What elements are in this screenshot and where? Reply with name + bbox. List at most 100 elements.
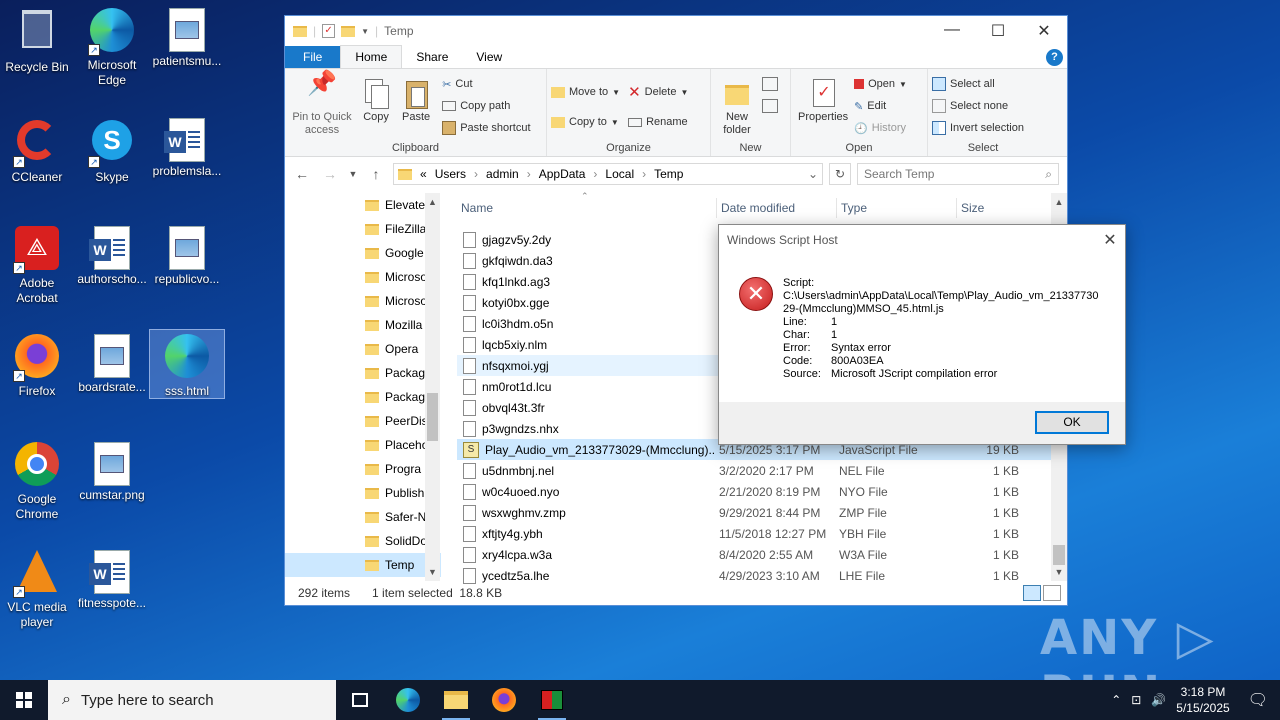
pin-quick-access-button[interactable]: 📌 Pin to Quick access bbox=[289, 72, 355, 139]
task-view-button[interactable] bbox=[336, 680, 384, 720]
large-icons-view-icon[interactable] bbox=[1043, 585, 1061, 601]
nav-item[interactable]: Placeho bbox=[285, 433, 441, 457]
tab-view[interactable]: View bbox=[462, 46, 516, 68]
tab-share[interactable]: Share bbox=[402, 46, 462, 68]
clock[interactable]: 3:18 PM 5/15/2025 bbox=[1176, 684, 1229, 716]
desktop-icon-fitnesspote[interactable]: W fitnesspote... bbox=[75, 548, 149, 611]
new-folder-button[interactable]: New folder bbox=[715, 73, 759, 139]
breadcrumb-users[interactable]: Users bbox=[435, 167, 466, 181]
paste-shortcut-button[interactable]: Paste shortcut bbox=[442, 117, 531, 139]
invert-selection-button[interactable]: Invert selection bbox=[932, 117, 1034, 139]
rename-button[interactable]: Rename bbox=[628, 107, 688, 137]
show-hidden-icons-icon[interactable]: ⌃ bbox=[1111, 693, 1121, 707]
nav-item[interactable]: Publish bbox=[285, 481, 441, 505]
refresh-button[interactable]: ↻ bbox=[829, 163, 851, 185]
select-all-button[interactable]: Select all bbox=[932, 73, 1034, 95]
taskbar-file-explorer[interactable] bbox=[432, 680, 480, 720]
desktop-icon-problemsla[interactable]: W problemsla... bbox=[150, 116, 224, 179]
details-view-icon[interactable] bbox=[1023, 585, 1041, 601]
desktop-icon-edge[interactable]: ↗ Microsoft Edge bbox=[75, 6, 149, 88]
ok-button[interactable]: OK bbox=[1035, 411, 1109, 434]
title-bar[interactable]: | ✓ ▼ | Temp — ☐ ✕ bbox=[285, 16, 1067, 46]
desktop-icon-cumstar[interactable]: cumstar.png bbox=[75, 440, 149, 503]
up-arrow-icon[interactable]: ↑ bbox=[365, 166, 387, 182]
forward-arrow-icon[interactable]: → bbox=[319, 166, 341, 182]
scroll-down-icon[interactable]: ▼ bbox=[1051, 567, 1067, 577]
desktop-icon-skype[interactable]: S ↗ Skype bbox=[75, 116, 149, 185]
nav-item[interactable]: Safer-N bbox=[285, 505, 441, 529]
file-row[interactable]: u5dnmbnj.nel 3/2/2020 2:17 PM NEL File 1 KB bbox=[457, 460, 1051, 481]
desktop-icon-boardsrate[interactable]: boardsrate... bbox=[75, 332, 149, 395]
maximize-button[interactable]: ☐ bbox=[975, 21, 1021, 41]
breadcrumb-temp[interactable]: Temp bbox=[654, 167, 683, 181]
nav-scroll-thumb[interactable] bbox=[427, 393, 438, 441]
scroll-down-icon[interactable]: ▼ bbox=[425, 567, 440, 577]
file-row[interactable]: wsxwghmv.zmp 9/29/2021 8:44 PM ZMP File 1 K… bbox=[457, 502, 1051, 523]
desktop-icon-firefox[interactable]: ↗ Firefox bbox=[0, 332, 74, 399]
cut-button[interactable]: ✂ Cut bbox=[442, 73, 530, 95]
search-input[interactable]: Search Temp ⌕ bbox=[857, 163, 1059, 185]
script-error-dialog[interactable]: Windows Script Host ✕ ✕ Script: C:\Users… bbox=[718, 224, 1126, 445]
close-button[interactable]: ✕ bbox=[1021, 21, 1067, 41]
taskbar-firefox[interactable] bbox=[480, 680, 528, 720]
navigation-pane[interactable]: Elevate FileZilla Google Microso Microso… bbox=[285, 193, 441, 581]
desktop-icon-authorscho[interactable]: W authorscho... bbox=[75, 224, 149, 287]
file-row[interactable]: xftjty4g.ybh 11/5/2018 12:27 PM YBH File 1 … bbox=[457, 523, 1051, 544]
address-bar[interactable]: « Users › admin › AppData › Local › Temp ⌄ bbox=[393, 163, 823, 185]
copy-to-button[interactable]: Copy to ▼ bbox=[551, 107, 620, 137]
back-arrow-icon[interactable]: ← bbox=[291, 166, 313, 182]
taskbar-edge[interactable] bbox=[384, 680, 432, 720]
nav-item[interactable]: FileZilla bbox=[285, 217, 441, 241]
nav-item[interactable]: Packag bbox=[285, 361, 441, 385]
column-size[interactable]: Size bbox=[957, 198, 1037, 218]
history-button[interactable]: 🕘 History bbox=[854, 117, 907, 139]
dialog-title-bar[interactable]: Windows Script Host ✕ bbox=[719, 225, 1125, 255]
breadcrumb-appdata[interactable]: AppData bbox=[539, 167, 586, 181]
nav-item[interactable]: Google bbox=[285, 241, 441, 265]
desktop-icon-vlc[interactable]: ↗ VLC media player bbox=[0, 548, 74, 630]
column-type[interactable]: Type bbox=[837, 198, 957, 218]
file-row[interactable]: xry4lcpa.w3a 8/4/2020 2:55 AM W3A File 1 KB bbox=[457, 544, 1051, 565]
help-icon[interactable]: ? bbox=[1046, 49, 1063, 66]
nav-item[interactable]: Opera bbox=[285, 337, 441, 361]
nav-item[interactable]: Progra bbox=[285, 457, 441, 481]
desktop-icon-google-chrome[interactable]: Google Chrome bbox=[0, 440, 74, 522]
desktop-icon-recycle-bin[interactable]: Recycle Bin bbox=[0, 6, 74, 75]
volume-icon[interactable]: 🔊 bbox=[1151, 693, 1166, 707]
new-folder-qat-icon[interactable] bbox=[341, 25, 356, 37]
desktop-icon-ccleaner[interactable]: ↗ CCleaner bbox=[0, 116, 74, 185]
paste-button[interactable]: Paste bbox=[397, 73, 435, 126]
taskbar-script-host[interactable] bbox=[528, 680, 576, 720]
desktop-icon-republicvo[interactable]: republicvo... bbox=[150, 224, 224, 287]
nav-item[interactable]: SolidDo bbox=[285, 529, 441, 553]
edit-button[interactable]: ✎ Edit bbox=[854, 95, 907, 117]
new-item-icon[interactable] bbox=[762, 77, 779, 91]
notifications-icon[interactable]: 🗨 bbox=[1248, 690, 1268, 710]
select-none-button[interactable]: Select none bbox=[932, 95, 1034, 117]
minimize-button[interactable]: — bbox=[929, 21, 975, 41]
address-dropdown-icon[interactable]: ⌄ bbox=[808, 167, 818, 181]
nav-scrollbar[interactable]: ▲ ▼ bbox=[425, 193, 440, 581]
copy-path-button[interactable]: Copy path bbox=[442, 95, 530, 117]
open-button[interactable]: Open ▼ bbox=[854, 73, 907, 95]
desktop-icon-adobe-acrobat[interactable]: ⟁ ↗ Adobe Acrobat bbox=[0, 224, 74, 306]
file-scroll-thumb[interactable] bbox=[1053, 545, 1065, 565]
nav-item-temp[interactable]: Temp bbox=[285, 553, 441, 577]
move-to-button[interactable]: Move to ▼ bbox=[551, 77, 620, 107]
properties-button[interactable]: ✓ Properties bbox=[795, 73, 851, 126]
scroll-up-icon[interactable]: ▲ bbox=[425, 197, 440, 207]
dialog-close-icon[interactable]: ✕ bbox=[1095, 230, 1125, 250]
nav-item[interactable]: PeerDis bbox=[285, 409, 441, 433]
breadcrumb-overflow[interactable]: « bbox=[420, 167, 427, 181]
recent-chevron-icon[interactable]: ▼ bbox=[347, 169, 359, 179]
taskbar-search-box[interactable]: ⌕ Type here to search bbox=[48, 680, 336, 720]
nav-item[interactable]: Elevate bbox=[285, 193, 441, 217]
delete-button[interactable]: ✕ Delete ▼ bbox=[628, 77, 688, 107]
file-row[interactable]: w0c4uoed.nyo 2/21/2020 8:19 PM NYO File 1 K… bbox=[457, 481, 1051, 502]
copy-button[interactable]: Copy bbox=[358, 73, 394, 126]
column-date-modified[interactable]: Date modified bbox=[717, 198, 837, 218]
tab-home[interactable]: Home bbox=[340, 45, 403, 68]
properties-qat-icon[interactable]: ✓ bbox=[322, 24, 336, 38]
tab-file[interactable]: File bbox=[285, 46, 341, 68]
start-button[interactable] bbox=[0, 680, 48, 720]
